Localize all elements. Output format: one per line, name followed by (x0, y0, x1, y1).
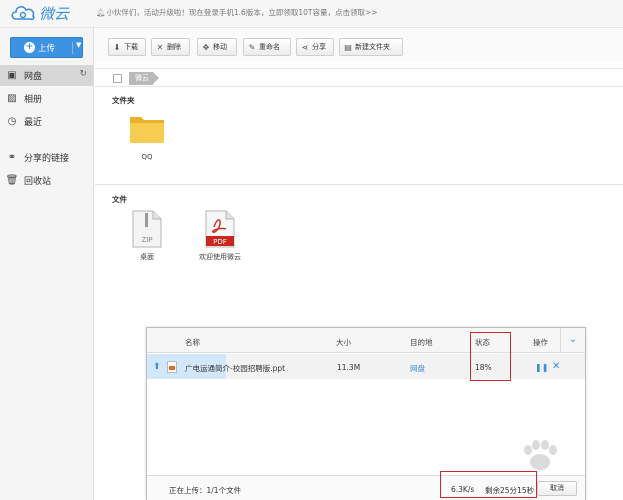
folder-name: QQ (141, 153, 153, 161)
upload-arrow-icon: ⬆ (153, 362, 161, 372)
file-item[interactable]: ZIP 桌面 (117, 210, 177, 265)
upload-file-size: 11.3M (337, 363, 361, 372)
folder-icon (130, 117, 164, 143)
sidebar-item-label: 网盘 (24, 72, 43, 82)
cloud-logo-icon (11, 6, 35, 21)
column-destination: 目的地 (410, 338, 433, 347)
rename-button[interactable]: ✎ 重命名 (243, 38, 291, 56)
top-bar: 微云 🔔︎ 小伙伴们，活动升级啦！现在登录手机1.6版本，立即领取10T容量，点… (0, 0, 623, 28)
move-button[interactable]: ✥ 移动 (197, 38, 237, 56)
folder-item[interactable]: QQ (117, 112, 177, 167)
sidebar-item-disk[interactable]: ▣ 网盘 ↻ (0, 65, 93, 86)
breadcrumb: 微云 (95, 68, 623, 87)
delete-button[interactable]: ✕ 删除 (151, 38, 190, 56)
pdf-badge: PDF (213, 238, 227, 246)
zip-file-icon: ZIP (132, 210, 162, 248)
upload-file-name: 广电运通简介-校园招聘版.ppt (185, 364, 286, 373)
notice-text[interactable]: 小伙伴们，活动升级啦！现在登录手机1.6版本，立即领取10T容量，点击领取>> (106, 8, 377, 17)
column-size: 大小 (336, 338, 351, 347)
plus-icon: + (24, 42, 35, 53)
app-logo[interactable]: 微云 (10, 2, 69, 24)
share-icon: ⋖ (301, 42, 309, 52)
notice-banner[interactable]: 🔔︎ 小伙伴们，活动升级啦！现在登录手机1.6版本，立即领取10T容量，点击领取… (96, 7, 378, 18)
refresh-icon[interactable]: ↻ (79, 69, 87, 79)
link-icon: ⚭ (7, 152, 17, 163)
column-name: 名称 (185, 338, 200, 347)
upload-button[interactable]: + 上传 ▼ (10, 37, 83, 58)
edit-icon: ✎ (248, 42, 256, 52)
upload-summary: 正在上传：1/1个文件 (169, 486, 242, 495)
upload-destination-link[interactable]: 网盘 (410, 363, 425, 374)
file-name: 桌面 (140, 253, 154, 261)
breadcrumb-item[interactable]: 微云 (129, 72, 159, 85)
file-name: 欢迎使用微云 (199, 253, 241, 261)
download-icon: ⬇ (113, 42, 121, 52)
close-icon: ✕ (156, 42, 164, 52)
move-icon: ✥ (202, 42, 210, 52)
new-folder-icon: ▤ (344, 42, 352, 52)
sidebar-item-label: 回收站 (24, 177, 52, 187)
status-highlight-box (470, 332, 511, 381)
folder-section-title: 文件夹 (112, 96, 135, 105)
download-button[interactable]: ⬇ 下载 (108, 38, 146, 56)
chevron-down-icon[interactable]: ▼ (76, 41, 81, 49)
toolbar: ⬇ 下载 ✕ 删除 ✥ 移动 ✎ 重命名 ⋖ 分享 ▤ 新建文件夹 (95, 28, 623, 62)
clock-icon: ◷ (7, 116, 17, 127)
ppt-file-icon (167, 361, 177, 373)
sidebar-item-label: 相册 (24, 95, 43, 105)
file-section-title: 文件 (112, 195, 127, 204)
pdf-file-icon: PDF (205, 210, 235, 248)
upload-label: 上传 (38, 44, 56, 54)
close-icon[interactable]: ✕ (552, 361, 560, 372)
sidebar-item-recycle-bin[interactable]: 🗑︎ 回收站 (0, 170, 93, 191)
file-item[interactable]: PDF 欢迎使用微云 (190, 210, 250, 265)
upload-row[interactable]: ⬆ 广电运通简介-校园招聘版.ppt 11.3M 网盘 18% ❚❚ ✕ (147, 354, 585, 379)
watermark (470, 430, 620, 495)
trash-icon: 🗑︎ (5, 175, 19, 186)
sidebar-item-label: 最近 (24, 118, 43, 128)
sidebar-item-label: 分享的链接 (24, 154, 70, 164)
upload-dialog-header: 名称 大小 目的地 状态 操作 ⌄ (147, 328, 585, 353)
sidebar-item-photos[interactable]: ▨ 相册 (0, 88, 93, 109)
select-all-checkbox[interactable] (113, 74, 122, 83)
share-button[interactable]: ⋖ 分享 (296, 38, 334, 56)
new-folder-button[interactable]: ▤ 新建文件夹 (339, 38, 403, 56)
bell-icon: 🔔︎ (96, 8, 106, 17)
column-action: 操作 (533, 338, 548, 347)
sidebar: + 上传 ▼ ▣ 网盘 ↻ ▨ 相册 ◷ 最近 ⚭ 分享的链接 🗑︎ 回收站 (0, 28, 94, 500)
sidebar-item-shared-links[interactable]: ⚭ 分享的链接 (0, 147, 93, 168)
sidebar-item-recent[interactable]: ◷ 最近 (0, 111, 93, 132)
pause-icon[interactable]: ❚❚ (535, 363, 548, 372)
zip-badge: ZIP (141, 236, 152, 244)
collapse-icon[interactable]: ⌄ (560, 328, 585, 352)
photo-icon: ▨ (7, 93, 17, 104)
paw-watermark-icon (524, 440, 557, 470)
app-name: 微云 (39, 4, 70, 23)
cloud-disk-icon: ▣ (7, 70, 17, 81)
